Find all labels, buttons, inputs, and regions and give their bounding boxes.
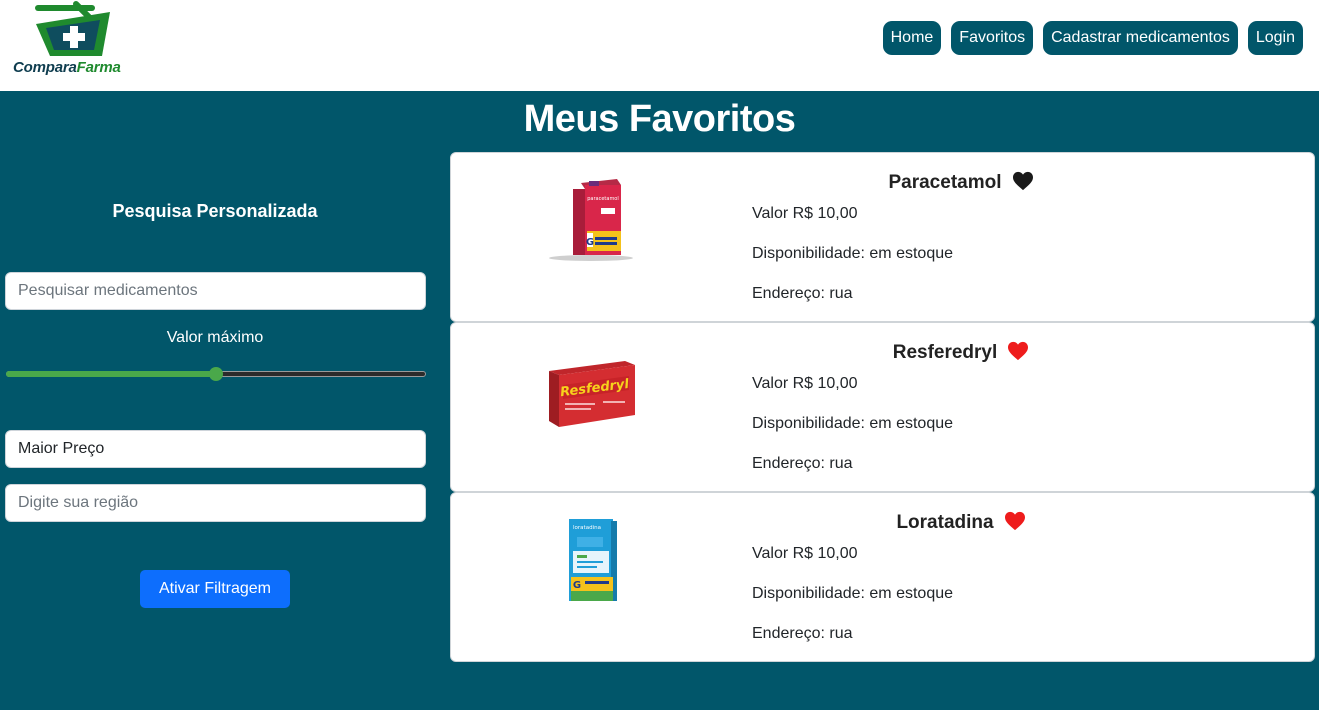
nav-login-button[interactable]: Login (1247, 21, 1303, 55)
apply-filter-button[interactable]: Ativar Filtragem (140, 570, 290, 608)
favorite-heart-icon[interactable] (1012, 171, 1034, 191)
nav-cadastrar-button[interactable]: Cadastrar medicamentos (1043, 21, 1238, 55)
region-input[interactable] (5, 484, 426, 522)
order-select[interactable]: Maior Preço (5, 430, 426, 468)
product-price: Valor R$ 10,00 (752, 545, 858, 562)
product-availability: Disponibilidade: em estoque (752, 585, 954, 602)
product-availability: Disponibilidade: em estoque (752, 245, 954, 262)
max-price-label: Valor máximo (166, 329, 264, 346)
slider-thumb[interactable] (209, 367, 223, 381)
favorite-heart-icon[interactable] (1004, 511, 1026, 531)
product-address: Endereço: rua (752, 285, 853, 302)
main-nav: Home Favoritos Cadastrar medicamentos Lo… (882, 21, 1303, 55)
paracetamol-box-image: paracetamol G (549, 179, 633, 261)
loratadina-box-image: loratadina G (569, 519, 617, 601)
product-card: Resfedryl Resferedryl Valor R$ 10,00 Dis… (450, 322, 1315, 492)
product-name: Paracetamol (751, 171, 1171, 194)
favorite-heart-icon[interactable] (1007, 341, 1029, 361)
product-name: Resferedryl (751, 341, 1171, 364)
product-card: paracetamol G Paracetamol Valor R$ 10,00… (450, 152, 1315, 322)
svg-text:G: G (573, 580, 581, 591)
product-address: Endereço: rua (752, 625, 853, 642)
search-input[interactable] (5, 272, 426, 310)
product-price: Valor R$ 10,00 (752, 375, 858, 392)
product-card: loratadina G Loratadina Valor R$ 10,00 D… (450, 492, 1315, 662)
brand-name: ComparaFarma (13, 59, 121, 76)
product-address: Endereço: rua (752, 455, 853, 472)
order-select-value: Maior Preço (18, 440, 105, 457)
brand-logo[interactable]: ComparaFarma (12, 0, 134, 80)
box-label: paracetamol (587, 196, 619, 202)
nav-home-button[interactable]: Home (882, 21, 942, 55)
product-name: Loratadina (751, 511, 1171, 534)
resfedryl-box-image: Resfedryl (549, 361, 635, 427)
product-price: Valor R$ 10,00 (752, 205, 858, 222)
slider-fill (6, 371, 216, 377)
svg-text:G: G (586, 237, 594, 248)
nav-favoritos-button[interactable]: Favoritos (951, 21, 1034, 55)
product-availability: Disponibilidade: em estoque (752, 415, 954, 432)
pharmacy-basket-logo-icon (35, 1, 110, 56)
box-label: loratadina (573, 525, 601, 531)
top-navbar: ComparaFarma Home Favoritos Cadastrar me… (0, 0, 1319, 91)
page-title: Meus Favoritos (523, 98, 796, 140)
filter-heading: Pesquisa Personalizada (112, 201, 318, 221)
max-price-slider[interactable] (6, 367, 426, 381)
